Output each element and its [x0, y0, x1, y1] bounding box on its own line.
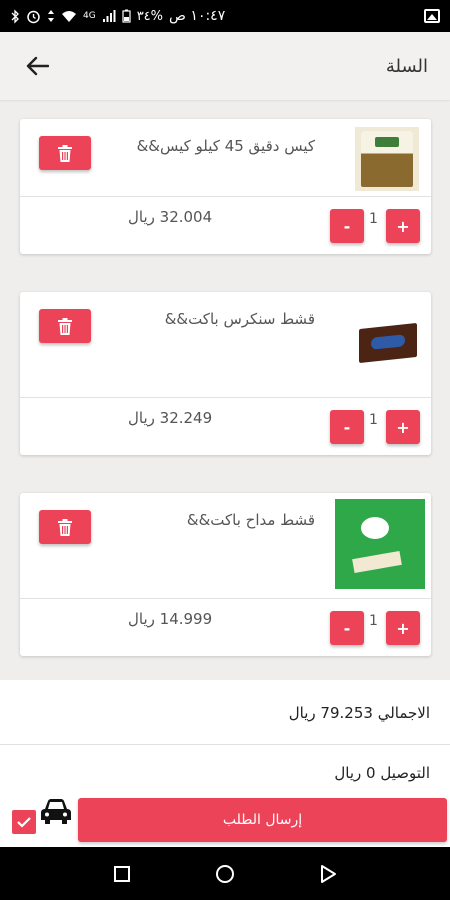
delete-button[interactable]	[39, 309, 91, 343]
quantity-decrease-button[interactable]: -	[330, 611, 364, 645]
quantity-value: 1	[369, 211, 378, 227]
submit-order-button[interactable]: إرسال الطلب	[78, 798, 447, 842]
status-left: ١٠:٤٧ ص %٣٤ 4G	[10, 8, 225, 24]
cart-item-bottom: 32.004 ريال - 1 +	[20, 197, 431, 254]
trash-icon	[58, 144, 72, 162]
trash-icon	[58, 518, 72, 536]
order-summary: الاجمالي 79.253 ريال التوصيل 0 ريال إرسا…	[0, 680, 450, 847]
quantity-decrease-button[interactable]: -	[330, 410, 364, 444]
product-price: 14.999 ريال	[128, 610, 213, 628]
recents-button[interactable]	[102, 854, 142, 894]
recents-icon	[113, 865, 130, 882]
back-button[interactable]	[22, 51, 52, 81]
product-name: قشط سنكرس باكت&&	[164, 310, 315, 328]
network-type: 4G	[83, 11, 96, 21]
arrow-back-icon	[26, 56, 49, 76]
battery-level: %٣٤	[136, 8, 164, 24]
quantity-increase-button[interactable]: +	[386, 611, 420, 645]
product-image	[355, 312, 419, 376]
product-image	[355, 127, 419, 191]
delivery-fee: التوصيل 0 ريال	[334, 764, 430, 782]
image-notification-icon	[424, 9, 440, 23]
total-amount: الاجمالي 79.253 ريال	[288, 704, 430, 722]
home-icon	[215, 864, 234, 883]
product-name: كيس دقيق 45 كيلو كيس&&	[136, 137, 315, 155]
product-price: 32.004 ريال	[128, 208, 213, 226]
car-icon	[41, 799, 71, 824]
delete-button[interactable]	[39, 510, 91, 544]
system-nav-bar	[0, 847, 450, 900]
back-nav-button[interactable]	[308, 854, 348, 894]
cart-item: قشط مداح باكت&& 14.999 ريال - 1 +	[20, 493, 431, 656]
quantity-decrease-button[interactable]: -	[330, 209, 364, 243]
wifi-icon	[62, 10, 76, 22]
home-button[interactable]	[205, 854, 245, 894]
product-price: 32.249 ريال	[128, 409, 213, 427]
check-icon	[17, 817, 31, 828]
quantity-value: 1	[369, 412, 378, 428]
bluetooth-icon	[11, 8, 19, 24]
divider	[0, 744, 450, 745]
cart-item-top: قشط سنكرس باكت&&	[20, 292, 431, 398]
cart-item-top: كيس دقيق 45 كيلو كيس&&	[20, 119, 431, 197]
quantity-value: 1	[369, 613, 378, 629]
quantity-increase-button[interactable]: +	[386, 209, 420, 243]
cart-item: كيس دقيق 45 كيلو كيس&& 32.004 ريال - 1 +	[20, 119, 431, 254]
product-name: قشط مداح باكت&&	[186, 511, 315, 529]
product-image	[335, 499, 425, 589]
status-right	[424, 9, 440, 23]
alarm-icon	[27, 10, 40, 23]
battery-icon	[122, 9, 131, 23]
delete-button[interactable]	[39, 136, 91, 170]
page-title: السلة	[385, 55, 428, 77]
back-triangle-icon	[321, 864, 337, 883]
cart-item-bottom: 14.999 ريال - 1 +	[20, 599, 431, 656]
app-header: السلة	[0, 32, 450, 100]
data-arrows-icon	[48, 10, 54, 22]
trash-icon	[58, 317, 72, 335]
status-bar: ١٠:٤٧ ص %٣٤ 4G	[0, 0, 450, 32]
cart-item: قشط سنكرس باكت&& 32.249 ريال - 1 +	[20, 292, 431, 455]
signal-icon	[102, 10, 116, 22]
status-time: ١٠:٤٧ ص	[169, 8, 226, 24]
cart-item-bottom: 32.249 ريال - 1 +	[20, 398, 431, 455]
status-icons: %٣٤ 4G	[10, 9, 163, 24]
quantity-increase-button[interactable]: +	[386, 410, 420, 444]
delivery-checkbox[interactable]	[12, 810, 36, 834]
cart-item-top: قشط مداح باكت&&	[20, 493, 431, 599]
